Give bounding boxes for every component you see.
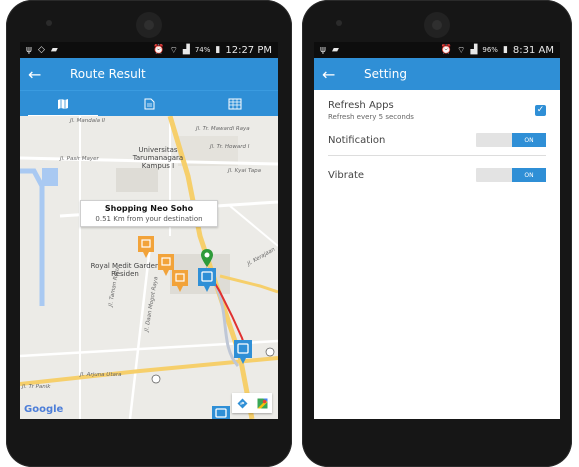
refresh-apps-description: Refresh every 5 seconds: [328, 113, 414, 121]
street-label: Jl. Mandala II: [70, 118, 106, 124]
marker-blue-icon[interactable]: [196, 266, 218, 294]
map-icon: [58, 99, 68, 109]
map-action-buttons: [232, 393, 272, 413]
battery-level: 96%: [482, 46, 498, 54]
status-bar: ψ ◇ ▰ ⏰ ⌔ ▟ 74% ▮ 12:27 PM: [20, 42, 278, 58]
street-label: Jl. Pasir Mayer: [60, 156, 99, 162]
google-logo: Google: [24, 404, 64, 415]
alarm-icon: ⏰: [153, 45, 165, 55]
refresh-apps-label: Refresh Apps: [328, 100, 394, 111]
hardware-bottom-bar: [6, 435, 292, 455]
wifi-icon: ⌔: [169, 45, 178, 56]
page-title: Setting: [364, 67, 407, 81]
notification-label: Notification: [328, 134, 386, 146]
marker-orange-icon[interactable]: [170, 268, 190, 294]
document-icon: [144, 98, 154, 110]
arrow-back-icon[interactable]: ←: [322, 65, 348, 84]
battery-level: 74%: [194, 46, 211, 54]
info-title: Shopping Neo Soho: [104, 204, 194, 213]
setting-notification[interactable]: Notification ON: [328, 133, 546, 147]
hardware-bottom-bar: [302, 435, 572, 455]
tab-calendar[interactable]: [192, 91, 278, 117]
route-result-screen: ψ ◇ ▰ ⏰ ⌔ ▟ 74% ▮ 12:27 PM ← Route Resul…: [20, 42, 278, 419]
battery-icon: ▮: [215, 45, 221, 55]
open-maps-button[interactable]: [252, 393, 272, 413]
notification-toggle[interactable]: ON: [476, 133, 546, 147]
refresh-apps-checkbox[interactable]: ✓: [535, 105, 546, 116]
checkmark-icon: ✓: [536, 105, 545, 115]
street-label: Jl. Tr Panik: [22, 384, 51, 390]
message-icon: ▰: [50, 45, 58, 55]
marker-blue-icon[interactable]: [232, 338, 254, 366]
tab-bar: [20, 90, 278, 117]
setting-screen: ψ ▰ ⏰ ⌔ ▟ 96% ▮ 8:31 AM ← Setting Refres…: [314, 42, 560, 419]
setting-vibrate[interactable]: Vibrate ON: [328, 168, 546, 182]
status-bar: ψ ▰ ⏰ ⌔ ▟ 96% ▮ 8:31 AM: [314, 42, 560, 58]
google-maps-icon: [257, 398, 267, 408]
app-bar: ← Setting: [314, 58, 560, 90]
usb-icon: ψ: [26, 45, 32, 55]
street-label: Jl. Tr. Mawardi Raya: [196, 126, 250, 132]
page-title: Route Result: [70, 67, 146, 81]
front-camera: [424, 12, 450, 38]
destination-pin-icon[interactable]: [200, 248, 214, 268]
tab-document[interactable]: [106, 91, 192, 117]
phone-route-result: ψ ◇ ▰ ⏰ ⌔ ▟ 74% ▮ 12:27 PM ← Route Resul…: [6, 0, 292, 467]
vibrate-toggle-state: ON: [512, 168, 546, 182]
setting-refresh-apps[interactable]: Refresh Apps Refresh every 5 seconds ✓: [328, 100, 546, 121]
tab-map[interactable]: [20, 91, 106, 117]
status-time: 8:31 AM: [512, 44, 554, 56]
street-label: Jl. Kyai Tapa: [228, 168, 262, 174]
info-window[interactable]: Shopping Neo Soho 0.51 Km from your dest…: [80, 200, 218, 227]
message-icon: ▰: [331, 45, 339, 55]
marker-orange-icon[interactable]: [136, 234, 156, 260]
vibrate-label: Vibrate: [328, 169, 365, 181]
signal-icon: ▟: [182, 45, 190, 55]
signal-icon: ▟: [470, 45, 478, 55]
phone-setting: ψ ▰ ⏰ ⌔ ▟ 96% ▮ 8:31 AM ← Setting Refres…: [302, 0, 572, 467]
arrow-back-icon[interactable]: ←: [28, 65, 54, 84]
directions-icon: [237, 398, 247, 408]
vibrate-toggle[interactable]: ON: [476, 168, 546, 182]
alarm-icon: ⏰: [440, 45, 452, 55]
proximity-sensor: [46, 20, 52, 26]
wifi-icon: ⌔: [456, 45, 466, 56]
poi-residence: Royal Medit Garden Residen: [90, 262, 160, 278]
info-subtitle: 0.51 Km from your destination: [95, 215, 203, 223]
front-camera: [136, 12, 162, 38]
map-view[interactable]: Jl. Mandala II Jl. Tr. Mawardi Raya Jl. …: [20, 116, 278, 419]
battery-icon: ▮: [502, 45, 508, 55]
notification-toggle-state: ON: [512, 133, 546, 147]
street-label: Jl. Tr. Howard I: [210, 144, 250, 150]
usb-icon: ψ: [320, 45, 326, 55]
directions-button[interactable]: [232, 393, 252, 413]
marker-blue-icon[interactable]: [210, 404, 232, 419]
app-bar: ← Route Result: [20, 58, 278, 90]
calendar-grid-icon: [228, 98, 242, 110]
poi-university: Universitas Tarumanagara Kampus I: [132, 146, 184, 170]
divider: [328, 155, 546, 156]
proximity-sensor: [336, 20, 342, 26]
location-icon: ◇: [37, 45, 45, 55]
street-label: Jl. Arjuna Utara: [80, 372, 122, 378]
settings-list: Refresh Apps Refresh every 5 seconds ✓ N…: [314, 90, 560, 190]
status-time: 12:27 PM: [225, 44, 272, 56]
